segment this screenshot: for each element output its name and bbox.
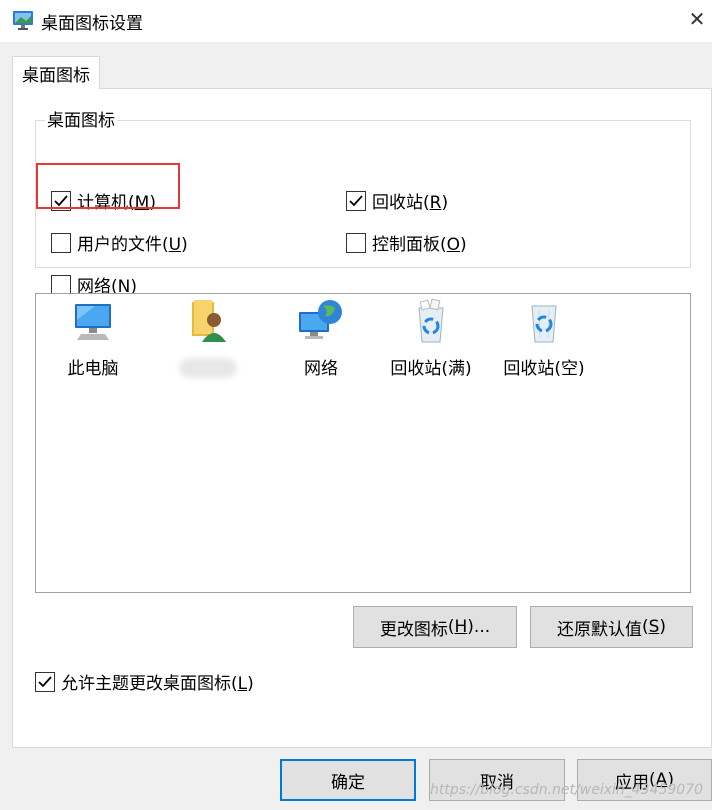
checkbox-box[interactable] <box>51 190 71 211</box>
icon-item-network[interactable]: 网络 <box>266 298 376 379</box>
restore-default-button[interactable]: 还原默认值(S) <box>530 606 693 648</box>
close-icon: ✕ <box>688 7 706 31</box>
icon-item-this-pc[interactable]: 此电脑 <box>38 298 148 379</box>
checkbox-user-files[interactable]: 用户的文件(U) <box>51 230 188 255</box>
network-icon <box>297 298 345 346</box>
checkbox-label: 用户的文件(U) <box>77 235 188 255</box>
icon-label: 此电脑 <box>67 359 119 379</box>
checkbox-box[interactable] <box>51 232 71 253</box>
close-button[interactable]: ✕ <box>682 4 712 34</box>
check-icon <box>54 194 68 206</box>
dialog-body: 桌面图标 桌面图标 计算机(M) 回收站(R) 用户的文件(U) 控制面板(O) <box>0 42 712 810</box>
ok-button[interactable]: 确定 <box>280 759 416 801</box>
checkbox-label: 计算机(M) <box>77 193 156 213</box>
checkbox-box[interactable] <box>346 232 366 253</box>
checkbox-label: 回收站(R) <box>372 193 449 213</box>
change-icon-button[interactable]: 更改图标(H)... <box>353 606 517 648</box>
icon-label: 网络 <box>304 359 338 379</box>
checkbox-label: 控制面板(O) <box>372 235 467 255</box>
recycle-bin-full-icon <box>407 298 455 346</box>
check-icon <box>349 194 363 206</box>
checkbox-recycle-bin[interactable]: 回收站(R) <box>346 188 448 213</box>
user-folder-icon <box>184 298 232 346</box>
checkbox-control-panel[interactable]: 控制面板(O) <box>346 230 467 255</box>
recycle-bin-empty-icon <box>520 298 568 346</box>
icon-label: 回收站(满) <box>390 359 472 379</box>
desktop-settings-icon <box>12 9 34 31</box>
checkbox-box[interactable] <box>51 274 71 295</box>
tab-label: 桌面图标 <box>22 65 90 86</box>
checkbox-box[interactable] <box>35 671 55 692</box>
groupbox-label: 桌面图标 <box>45 106 117 131</box>
checkbox-allow-themes[interactable]: 允许主题更改桌面图标(L) <box>35 669 254 694</box>
checkbox-computer[interactable]: 计算机(M) <box>51 188 156 213</box>
watermark-text: https://blog.csdn.net/weixin_43459070 <box>430 782 704 798</box>
check-icon <box>38 675 52 687</box>
window-title: 桌面图标设置 <box>41 14 143 34</box>
checkbox-label: 允许主题更改桌面图标(L) <box>61 674 254 694</box>
icon-label: 回收站(空) <box>503 359 585 379</box>
icon-item-user-files[interactable] <box>153 298 263 378</box>
tab-panel: 桌面图标 计算机(M) 回收站(R) 用户的文件(U) 控制面板(O) 网络(N… <box>12 88 712 748</box>
icon-item-recycle-bin-full[interactable]: 回收站(满) <box>376 298 486 379</box>
icon-preview-list[interactable]: 此电脑 网络 回收站(满) 回收站(空) <box>35 293 691 593</box>
checkbox-box[interactable] <box>346 190 366 211</box>
tab-desktop-icons[interactable]: 桌面图标 <box>12 56 100 89</box>
computer-icon <box>69 298 117 346</box>
obscured-label <box>179 358 237 378</box>
title-bar: 桌面图标设置 ✕ <box>0 0 712 42</box>
icon-item-recycle-bin-empty[interactable]: 回收站(空) <box>489 298 599 379</box>
